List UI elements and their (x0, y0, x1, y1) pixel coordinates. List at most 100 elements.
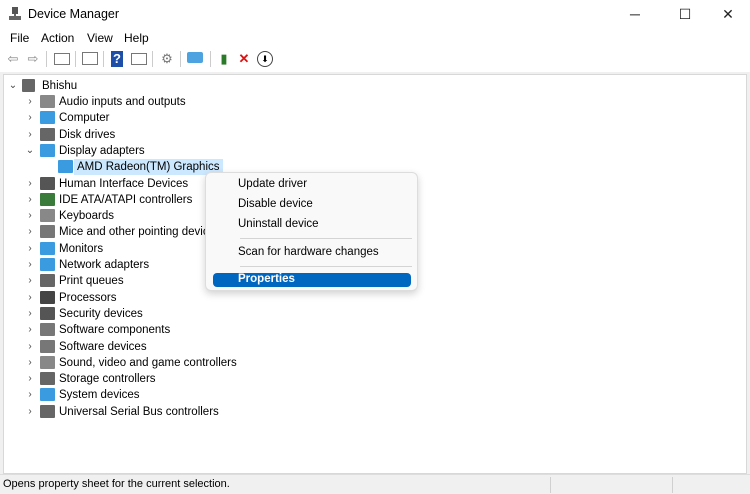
device-category-icon (40, 306, 55, 320)
chevron-right-icon[interactable]: › (25, 387, 35, 403)
menu-item-uninstall-device[interactable]: Uninstall device (238, 218, 319, 230)
chevron-right-icon[interactable]: › (25, 322, 35, 338)
chevron-right-icon[interactable]: › (25, 224, 35, 240)
chevron-right-icon[interactable]: › (25, 306, 35, 322)
disable-icon[interactable]: ⬇ (257, 51, 273, 67)
device-category-icon (40, 95, 55, 108)
minimize-button[interactable]: ─ (612, 0, 658, 30)
tree-item-label: Network adapters (59, 259, 150, 271)
device-category-icon (40, 111, 55, 125)
menu-help[interactable]: Help (124, 31, 149, 45)
chevron-down-icon[interactable]: ⌄ (25, 143, 35, 159)
status-bar: Opens property sheet for the current sel… (0, 474, 750, 494)
tree-item-label: Sound, video and game controllers (59, 356, 237, 369)
tree-item[interactable]: › System devices (4, 387, 304, 403)
maximize-button[interactable]: ☐ (662, 0, 708, 30)
device-category-icon (40, 127, 55, 141)
tree-item[interactable]: › Software devices (4, 339, 304, 355)
chevron-right-icon[interactable]: › (25, 355, 35, 371)
chevron-right-icon[interactable]: › (25, 241, 35, 257)
tree-item[interactable]: ⌄ Display adapters (4, 143, 304, 159)
window-title: Device Manager (28, 7, 120, 21)
forward-icon[interactable]: ⇨ (25, 51, 41, 67)
tree-item-label: IDE ATA/ATAPI controllers (59, 193, 193, 206)
tree-item-label: System devices (59, 389, 140, 402)
uninstall-icon[interactable]: ✕ (236, 51, 252, 67)
tree-item[interactable]: › Audio inputs and outputs (4, 94, 304, 110)
tree-item-label: AMD Radeon(TM) Graphics (74, 159, 223, 176)
status-text: Opens property sheet for the current sel… (3, 478, 230, 490)
update-driver-icon[interactable]: ⚙ (159, 51, 175, 67)
tree-item-label: Security devices (59, 307, 143, 320)
menu-separator (240, 266, 412, 267)
chevron-right-icon[interactable]: › (25, 290, 35, 306)
menu-view[interactable]: View (87, 31, 113, 45)
device-category-icon (40, 355, 55, 369)
action-pane-icon[interactable] (131, 53, 147, 65)
device-category-icon (40, 225, 55, 239)
tree-item-label: Mice and other pointing devic (59, 226, 209, 239)
chevron-right-icon[interactable]: › (25, 404, 35, 420)
chevron-right-icon[interactable]: › (25, 94, 35, 110)
tree-item-label: Audio inputs and outputs (59, 96, 186, 108)
tree-item-label: Display adapters (59, 144, 145, 157)
chevron-right-icon[interactable]: › (25, 273, 35, 289)
chevron-right-icon[interactable]: › (25, 208, 35, 224)
tree-item[interactable]: › Computer (4, 110, 304, 126)
tree-item[interactable]: › Sound, video and game controllers (4, 355, 304, 371)
show-hide-console-tree-icon[interactable] (54, 53, 70, 65)
title-bar: Device Manager ─ ☐ ✕ (0, 0, 750, 30)
tree-item[interactable]: › Software components (4, 322, 304, 338)
device-category-icon (40, 192, 55, 206)
device-category-icon (40, 323, 55, 337)
tree-item[interactable]: › Universal Serial Bus controllers (4, 404, 304, 420)
chevron-right-icon[interactable]: › (25, 176, 35, 192)
tree-item[interactable]: › Security devices (4, 306, 304, 322)
menu-separator (240, 238, 412, 239)
chevron-right-icon[interactable]: › (25, 257, 35, 273)
scan-hardware-icon[interactable] (187, 52, 203, 63)
device-category-icon (40, 209, 55, 223)
tree-item[interactable]: › Storage controllers (4, 371, 304, 387)
chevron-down-icon[interactable]: ⌄ (8, 78, 18, 94)
chevron-right-icon[interactable]: › (25, 110, 35, 126)
device-category-icon (40, 143, 55, 157)
menu-item-scan-hardware[interactable]: Scan for hardware changes (238, 246, 379, 258)
help-icon[interactable]: ? (111, 51, 123, 67)
tree-item-label: Human Interface Devices (59, 177, 189, 190)
display-adapter-icon (58, 160, 73, 174)
chevron-right-icon[interactable]: › (25, 371, 35, 387)
tree-item-label: Monitors (59, 242, 104, 255)
tree-item-label: Software devices (59, 340, 147, 353)
back-icon[interactable]: ⇦ (5, 51, 21, 67)
tree-item[interactable]: › Processors (4, 290, 304, 306)
device-category-icon (40, 176, 55, 190)
root-label: Bhishu (42, 80, 78, 92)
computer-root-icon (22, 79, 35, 92)
menu-item-disable-device[interactable]: Disable device (238, 198, 313, 210)
toolbar: ⇦ ⇨ ? ⚙ ▮ ✕ ⬇ (0, 47, 750, 72)
chevron-right-icon[interactable]: › (25, 339, 35, 355)
menu-bar: File Action View Help (0, 30, 750, 47)
chevron-right-icon[interactable]: › (25, 127, 35, 143)
tree-item[interactable]: › Disk drives (4, 127, 304, 143)
device-category-icon (40, 290, 55, 304)
menu-file[interactable]: File (10, 31, 29, 45)
device-category-icon (40, 388, 55, 402)
menu-action[interactable]: Action (41, 31, 74, 45)
device-manager-icon (8, 7, 22, 21)
device-category-icon (40, 258, 55, 271)
menu-item-properties[interactable]: Properties (238, 273, 295, 285)
properties-icon[interactable] (82, 52, 98, 65)
close-button[interactable]: ✕ (705, 0, 750, 30)
device-category-icon (40, 339, 55, 353)
tree-item-label: Print queues (59, 275, 124, 288)
tree-item-label: Storage controllers (59, 373, 156, 386)
menu-item-update-driver[interactable]: Update driver (238, 178, 307, 190)
tree-item-label: Software components (59, 324, 171, 337)
tree-item-label: Universal Serial Bus controllers (59, 405, 219, 418)
enable-device-icon[interactable]: ▮ (216, 51, 232, 67)
chevron-right-icon[interactable]: › (25, 192, 35, 208)
tree-root[interactable]: ⌄ Bhishu (4, 78, 304, 94)
tree-item-label: Disk drives (59, 128, 116, 141)
